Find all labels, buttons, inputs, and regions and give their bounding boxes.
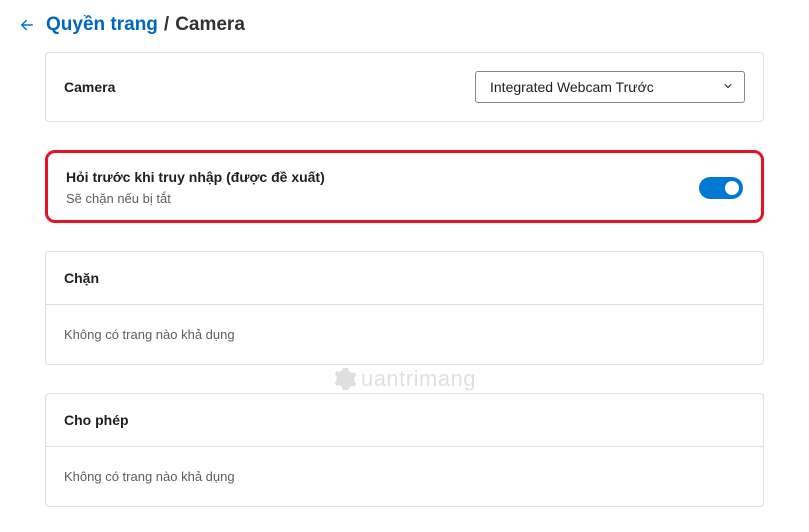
chevron-down-icon bbox=[722, 79, 734, 95]
arrow-left-icon bbox=[18, 16, 36, 34]
back-button[interactable] bbox=[18, 16, 36, 34]
ask-before-toggle[interactable] bbox=[699, 177, 743, 199]
breadcrumb-current: Camera bbox=[175, 14, 245, 36]
ask-before-title: Hỏi trước khi truy nhập (được đề xuất) bbox=[66, 169, 325, 185]
camera-select-card: Camera Integrated Webcam Trước bbox=[45, 52, 764, 122]
breadcrumb: Quyền trang / Camera bbox=[46, 14, 245, 36]
ask-before-card-highlighted: Hỏi trước khi truy nhập (được đề xuất) S… bbox=[45, 150, 764, 223]
page-header: Quyền trang / Camera bbox=[0, 0, 809, 52]
allow-section-empty: Không có trang nào khả dụng bbox=[46, 447, 763, 506]
block-section: Chặn Không có trang nào khả dụng bbox=[45, 251, 764, 365]
ask-before-row: Hỏi trước khi truy nhập (được đề xuất) S… bbox=[50, 155, 759, 218]
block-section-header: Chặn bbox=[46, 252, 763, 305]
breadcrumb-parent-link[interactable]: Quyền trang bbox=[46, 14, 158, 36]
ask-before-subtitle: Sẽ chặn nếu bị tắt bbox=[66, 191, 325, 206]
allow-section-header: Cho phép bbox=[46, 394, 763, 447]
block-section-empty: Không có trang nào khả dụng bbox=[46, 305, 763, 364]
allow-section: Cho phép Không có trang nào khả dụng bbox=[45, 393, 764, 507]
camera-label: Camera bbox=[64, 79, 115, 95]
camera-select-row: Camera Integrated Webcam Trước bbox=[46, 53, 763, 121]
toggle-knob bbox=[725, 181, 739, 195]
breadcrumb-separator: / bbox=[164, 14, 169, 36]
camera-dropdown[interactable]: Integrated Webcam Trước bbox=[475, 71, 745, 103]
camera-dropdown-value: Integrated Webcam Trước bbox=[490, 79, 654, 95]
ask-before-text: Hỏi trước khi truy nhập (được đề xuất) S… bbox=[66, 169, 325, 206]
settings-content: Camera Integrated Webcam Trước Hỏi trước… bbox=[0, 52, 809, 507]
